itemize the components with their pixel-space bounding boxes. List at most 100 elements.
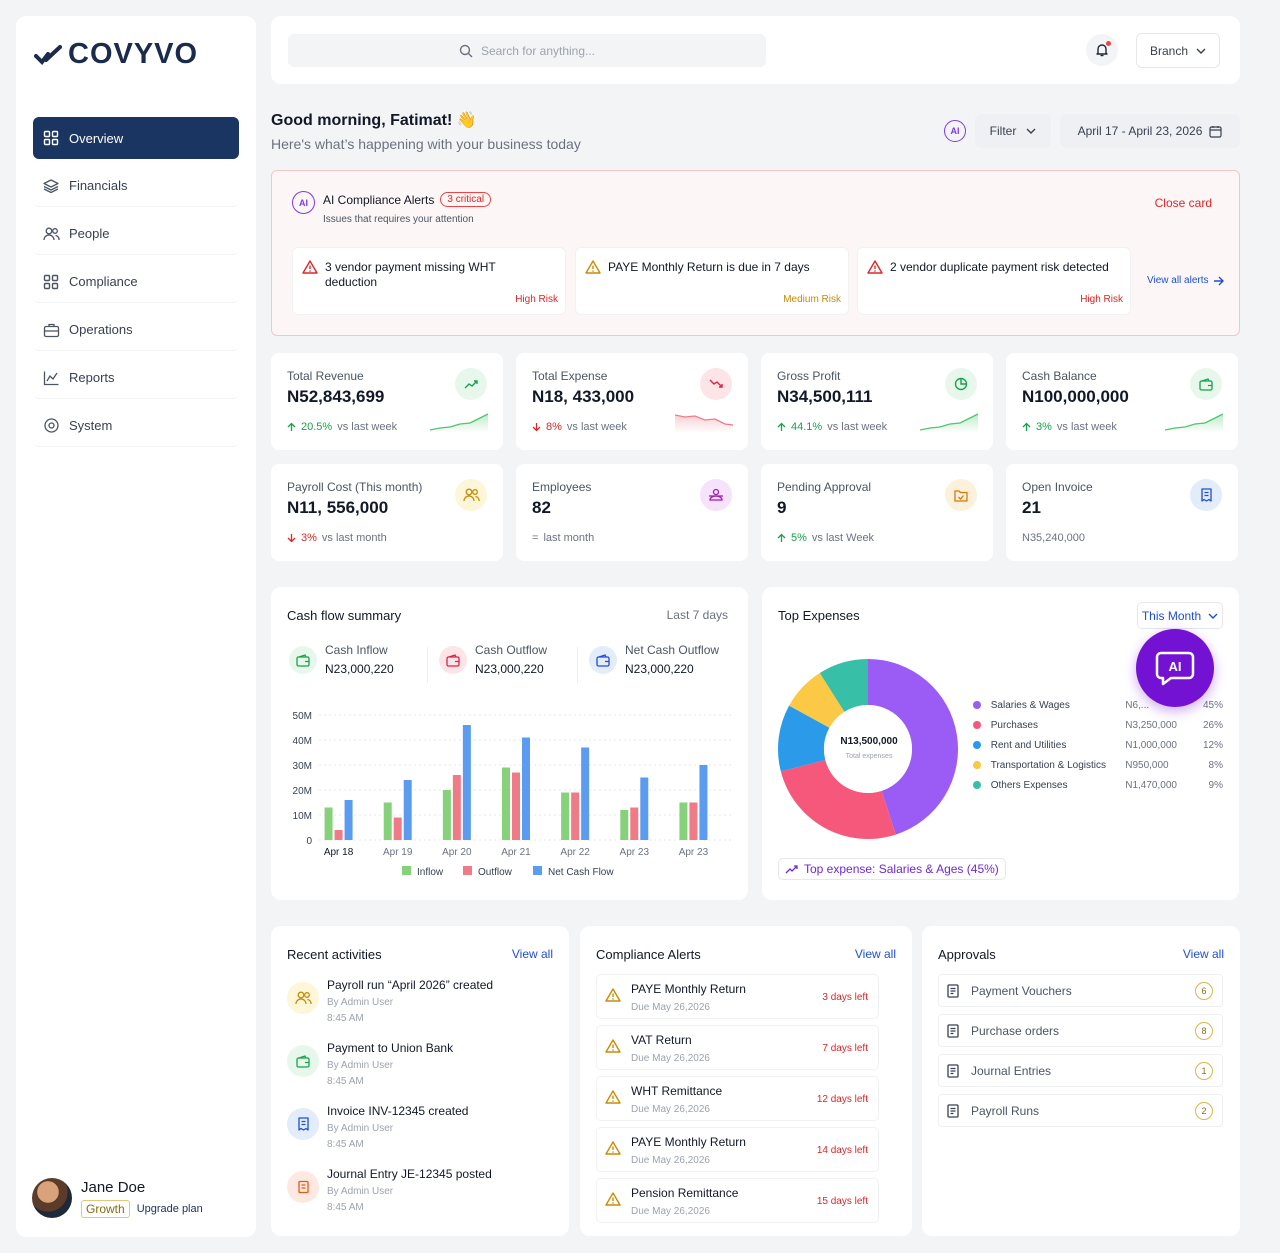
x-tick-label: Apr 18 xyxy=(324,847,354,858)
recent-view-all-link[interactable]: View all xyxy=(512,947,553,961)
sidebar-item-reports[interactable]: Reports xyxy=(33,357,239,399)
kpi-card-total-revenue[interactable]: Total Revenue N52,843,699 20.5% vs last wee… xyxy=(271,353,503,450)
ai-assistant-fab[interactable]: AI xyxy=(1136,629,1214,707)
kpi-card-gross-profit[interactable]: Gross Profit N34,500,111 44.1% vs last week xyxy=(761,353,993,450)
brand-name: COVYVO xyxy=(68,38,199,70)
warning-icon xyxy=(605,1039,621,1053)
cashflow-range[interactable]: Last 7 days xyxy=(667,608,728,622)
ai-alert-item[interactable]: 2 vendor duplicate payment risk detected… xyxy=(857,247,1131,315)
sidebar-item-people[interactable]: People xyxy=(33,213,239,255)
close-card-button[interactable]: Close card xyxy=(1155,196,1212,210)
y-tick-label: 10M xyxy=(293,811,312,822)
invoice-icon xyxy=(297,1117,310,1131)
arrow-up-icon xyxy=(777,533,786,543)
kpi-value: 82 xyxy=(532,498,551,517)
kpi-card-employees[interactable]: Employees 82 = last month xyxy=(516,464,748,561)
approval-item-purchase-orders[interactable]: Purchase orders 8 xyxy=(938,1014,1223,1047)
kpi-card-pending-approval[interactable]: Pending Approval 9 5% vs last Week xyxy=(761,464,993,561)
legend-name: Purchases xyxy=(990,719,1038,731)
avatar[interactable] xyxy=(32,1178,72,1218)
sidebar-item-financials[interactable]: Financials xyxy=(33,165,239,207)
y-tick-label: 0 xyxy=(306,836,312,847)
employees-icon xyxy=(708,488,724,502)
bar-inflow xyxy=(679,802,688,840)
legend-row: Transportation & Logistics N950,000 8% xyxy=(973,755,1223,775)
bar-inflow xyxy=(324,807,333,840)
approval-name: Purchase orders xyxy=(971,1023,1060,1038)
kpi-card-open-invoice[interactable]: Open Invoice 21 N35,240,000 xyxy=(1006,464,1238,561)
search-input[interactable]: Search for anything... xyxy=(288,34,766,67)
period-select[interactable]: This Month xyxy=(1137,602,1223,629)
legend-swatch xyxy=(402,866,411,875)
days-left-badge: 7 days left xyxy=(822,1043,868,1054)
trend-up-icon xyxy=(464,379,478,389)
approvals-view-all-link[interactable]: View all xyxy=(1183,947,1224,961)
compliance-item[interactable]: PAYE Monthly Return Due May 26,2026 14 day… xyxy=(596,1127,879,1172)
sidebar-item-overview[interactable]: Overview xyxy=(33,117,239,159)
sidebar-item-system[interactable]: System xyxy=(33,405,239,447)
activity-item[interactable]: Invoice INV-12345 created By Admin User 8:… xyxy=(287,1104,557,1164)
activity-item[interactable]: Payment to Union Bank By Admin User 8:45 A… xyxy=(287,1041,557,1101)
pie-icon xyxy=(954,377,968,391)
notifications-button[interactable] xyxy=(1086,34,1118,66)
kpi-card-total-expense[interactable]: Total Expense N18, 433,000 8% vs last week xyxy=(516,353,748,450)
legend-name: Others Expenses xyxy=(990,779,1068,791)
kpi-card-cash-balance[interactable]: Cash Balance N100,000,000 3% vs last week xyxy=(1006,353,1238,450)
approval-item-journal-entries[interactable]: Journal Entries 1 xyxy=(938,1054,1223,1087)
date-range-picker[interactable]: April 17 - April 23, 2026 xyxy=(1060,114,1240,148)
activity-author: By Admin User xyxy=(327,1186,394,1197)
user-profile[interactable]: Jane Doe Growth Upgrade plan xyxy=(32,1178,203,1218)
risk-level: High Risk xyxy=(515,294,558,305)
legend-value: N950,000 xyxy=(1125,759,1169,771)
ai-alert-item[interactable]: 3 vendor payment missing WHT deduction Hi… xyxy=(292,247,566,315)
upgrade-plan-link[interactable]: Upgrade plan xyxy=(137,1203,203,1215)
activity-item[interactable]: Journal Entry JE-12345 posted By Admin Us… xyxy=(287,1167,557,1227)
bar-net-cash-flow xyxy=(640,777,649,840)
compliance-view-all-link[interactable]: View all xyxy=(855,947,896,961)
x-tick-label: Apr 23 xyxy=(679,847,709,858)
x-tick-label: Apr 19 xyxy=(383,847,413,858)
brand-logo[interactable]: COVYVO xyxy=(34,38,198,71)
approval-item-payment-vouchers[interactable]: Payment Vouchers 6 xyxy=(938,974,1223,1007)
legend-row: Rent and Utilities N1,000,000 12% xyxy=(973,735,1223,755)
approval-item-payroll-runs[interactable]: Payroll Runs 2 xyxy=(938,1094,1223,1127)
view-all-alerts-link[interactable]: View all alerts xyxy=(1147,275,1225,286)
y-tick-label: 30M xyxy=(293,761,312,772)
sidebar-item-operations[interactable]: Operations xyxy=(33,309,239,351)
cash-stat-label: Cash Inflow xyxy=(325,643,388,657)
recent-activities-panel: Recent activities View all Payroll run “… xyxy=(271,926,569,1236)
activity-title: Payment to Union Bank xyxy=(327,1041,454,1055)
activity-title: Payroll run “April 2026” created xyxy=(327,978,494,992)
activity-author: By Admin User xyxy=(327,1123,394,1134)
sidebar-item-compliance[interactable]: Compliance xyxy=(33,261,239,303)
legend-row: Purchases N3,250,000 26% xyxy=(973,715,1223,735)
bar-inflow xyxy=(502,767,510,840)
filter-button[interactable]: Filter xyxy=(975,114,1051,148)
view-all-alerts-label: View all alerts xyxy=(1147,275,1209,286)
alerts-title: AI Compliance Alerts xyxy=(323,192,435,207)
branch-label: Branch xyxy=(1149,43,1189,58)
compliance-due-date: Due May 26,2026 xyxy=(631,1053,710,1064)
top-expenses-card: Top Expenses This Month N13,500,000 Tota… xyxy=(762,587,1239,900)
kpi-change: 3% xyxy=(301,532,317,544)
activity-item[interactable]: Payroll run “April 2026” created By Admin… xyxy=(287,978,557,1038)
days-left-badge: 14 days left xyxy=(816,1145,868,1156)
compliance-item[interactable]: Pension Remittance Due May 26,2026 15 days… xyxy=(596,1178,879,1223)
compliance-item-title: Pension Remittance xyxy=(631,1186,739,1200)
alert-text: 3 vendor payment missing WHT deduction xyxy=(325,260,496,289)
approval-count-badge: 2 xyxy=(1195,1101,1213,1120)
compliance-item[interactable]: VAT Return Due May 26,2026 7 days left xyxy=(596,1025,879,1070)
sidebar-item-label: Financials xyxy=(69,178,128,193)
ai-assistant-button[interactable]: AI xyxy=(944,120,966,142)
days-left-badge: 15 days left xyxy=(816,1196,868,1207)
branch-select[interactable]: Branch xyxy=(1136,33,1220,68)
compliance-item[interactable]: WHT Remittance Due May 26,2026 12 days lef… xyxy=(596,1076,879,1121)
ai-alert-item[interactable]: PAYE Monthly Return is due in 7 days Medi… xyxy=(575,247,849,315)
compliance-title: Compliance Alerts xyxy=(596,947,701,962)
logo-mark-icon xyxy=(34,44,62,65)
compliance-item-title: WHT Remittance xyxy=(631,1084,723,1098)
compliance-item[interactable]: PAYE Monthly Return Due May 26,2026 3 days… xyxy=(596,974,879,1019)
sidebar-item-label: System xyxy=(69,418,113,433)
kpi-card-payroll-cost-this-month[interactable]: Payroll Cost (This month) N11, 556,000 3% v… xyxy=(271,464,503,561)
approval-name: Payment Vouchers xyxy=(971,983,1072,998)
